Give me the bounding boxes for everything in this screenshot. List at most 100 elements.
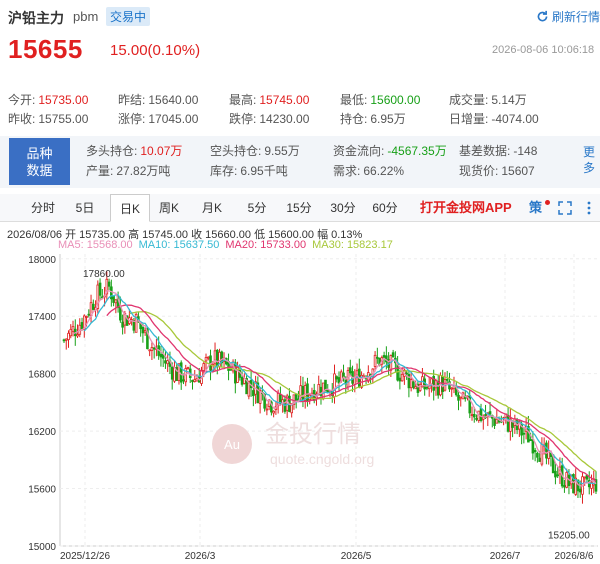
x-tick-label: 2026/7 xyxy=(490,551,521,562)
candle-body xyxy=(400,373,404,382)
candle-body xyxy=(166,360,169,365)
refresh-button[interactable]: 刷新行情 xyxy=(536,8,600,25)
candle-body xyxy=(578,488,582,493)
watermark-url: quote.cngold.org xyxy=(270,451,374,467)
stat-value: 15745.00 xyxy=(259,93,310,107)
refresh-label: 刷新行情 xyxy=(552,10,600,24)
candle-body xyxy=(85,316,88,318)
variety-value: 6.95千吨 xyxy=(240,164,288,178)
stat-label: 持仓: xyxy=(340,112,368,126)
candle-body xyxy=(121,321,124,328)
stat-value: 5.14万 xyxy=(491,93,527,107)
variety-label: 需求: xyxy=(333,164,361,178)
more-link[interactable]: 更多 xyxy=(583,144,595,176)
stat-value: 14230.00 xyxy=(259,112,310,126)
new-dot-icon xyxy=(545,200,550,205)
candle-body xyxy=(373,354,377,367)
candle-body xyxy=(326,390,330,393)
tab-5[interactable]: 5分 xyxy=(240,194,274,222)
candle-body xyxy=(493,418,496,426)
variety-value: 9.55万 xyxy=(264,144,300,158)
tab-7[interactable]: 30分 xyxy=(324,194,362,222)
tab-4[interactable]: 月K xyxy=(194,194,230,222)
kline-chart[interactable]: 15000 15600 16200 16800 17400 18000 2025/12/26… xyxy=(0,250,600,564)
tab-6[interactable]: 15分 xyxy=(282,194,316,222)
watermark: Au 金投行情 quote.cngold.org xyxy=(212,420,374,467)
tab-2[interactable]: 日K xyxy=(110,194,150,222)
trading-status-badge: 交易中 xyxy=(106,7,151,26)
candle-body xyxy=(391,352,395,358)
y-tick-label: 17400 xyxy=(28,312,56,323)
candle-body xyxy=(459,396,463,399)
stat-label: 跌停: xyxy=(229,112,257,126)
variety-label-line1: 品种 xyxy=(26,146,53,161)
variety-value: -148 xyxy=(513,144,538,158)
candle-body xyxy=(531,438,535,454)
fullscreen-icon[interactable] xyxy=(558,201,572,215)
candle-body xyxy=(457,394,460,401)
candle-body xyxy=(141,326,145,334)
tab-8[interactable]: 60分 xyxy=(366,194,404,222)
period-tabs: 打开金投网APP 策 分时 5日 日K 周K 月K 5分 15分 30分 60分 xyxy=(0,194,600,222)
stat-1: 昨结: 15640.00 xyxy=(118,91,198,108)
candle-body xyxy=(583,476,587,479)
variety-item-0: 多头持仓: 10.07万 xyxy=(86,142,182,159)
strategy-button[interactable]: 策 xyxy=(529,194,542,222)
candle-body xyxy=(398,377,402,382)
y-tick-label: 15600 xyxy=(28,485,56,496)
candle-body xyxy=(252,390,255,397)
stat-value: -4074.00 xyxy=(491,112,539,126)
candle-body xyxy=(538,457,541,462)
stat-6: 涨停: 17045.00 xyxy=(118,110,198,127)
candle-body xyxy=(533,449,537,453)
x-tick-label: 2026/5 xyxy=(341,551,372,562)
stat-5: 昨收: 15755.00 xyxy=(8,110,88,127)
open-app-link[interactable]: 打开金投网APP xyxy=(420,194,512,222)
stat-value: 15755.00 xyxy=(38,112,89,126)
min-price-label: 15205.00 xyxy=(548,530,590,541)
candle-body xyxy=(69,328,73,337)
stat-label: 最高: xyxy=(229,93,257,107)
tab-1[interactable]: 5日 xyxy=(68,194,102,222)
candle-body xyxy=(506,414,510,432)
candle-body xyxy=(234,362,237,384)
stat-label: 今开: xyxy=(8,93,36,107)
y-tick-label: 16800 xyxy=(28,370,56,381)
tab-0[interactable]: 分时 xyxy=(26,194,60,222)
last-price: 15655 xyxy=(8,34,83,64)
y-tick-label: 15000 xyxy=(28,542,56,553)
variety-label: 库存: xyxy=(210,164,238,178)
variety-data-label[interactable]: 品种 数据 xyxy=(9,138,70,185)
candle-body xyxy=(470,414,474,417)
x-tick-label: 2026/3 xyxy=(185,551,216,562)
quote-time: 2026-08-06 10:06:18 xyxy=(492,44,595,56)
max-price-label: 17860.00 xyxy=(83,269,125,280)
candle-body xyxy=(450,387,454,390)
stat-label: 最低: xyxy=(340,93,368,107)
candle-body xyxy=(436,381,440,396)
variety-item-7: 现货价: 15607 xyxy=(459,162,535,179)
candle-body xyxy=(529,439,532,442)
candle-body xyxy=(186,367,190,370)
y-tick-label: 18000 xyxy=(28,255,56,266)
tab-3[interactable]: 周K xyxy=(152,194,186,222)
watermark-brand: 金投行情 xyxy=(265,420,361,448)
variety-value: 66.22% xyxy=(363,164,405,178)
candle-body xyxy=(488,411,492,415)
candle-body xyxy=(301,385,305,401)
quote-stats: 今开: 15735.00 昨结: 15640.00 最高: 15745.00 最低: 1560… xyxy=(0,88,600,132)
candle-body xyxy=(92,303,95,310)
stat-value: 15735.00 xyxy=(38,93,89,107)
candle-body xyxy=(536,452,539,458)
stat-8: 持仓: 6.95万 xyxy=(340,110,406,127)
more-menu-icon[interactable] xyxy=(586,201,592,215)
variety-label: 现货价: xyxy=(459,164,499,178)
watermark-logo: Au xyxy=(224,437,240,452)
stat-3: 最低: 15600.00 xyxy=(340,91,420,108)
stat-value: 15600.00 xyxy=(370,93,421,107)
candle-body xyxy=(556,474,559,477)
stat-value: 15640.00 xyxy=(148,93,199,107)
quote-header: 沪铅主力 pbm 交易中 刷新行情 15655 15.00(0.10%) 202… xyxy=(0,0,600,88)
candle-body xyxy=(164,360,167,364)
x-tick-label: 2025/12/26 xyxy=(60,551,110,562)
